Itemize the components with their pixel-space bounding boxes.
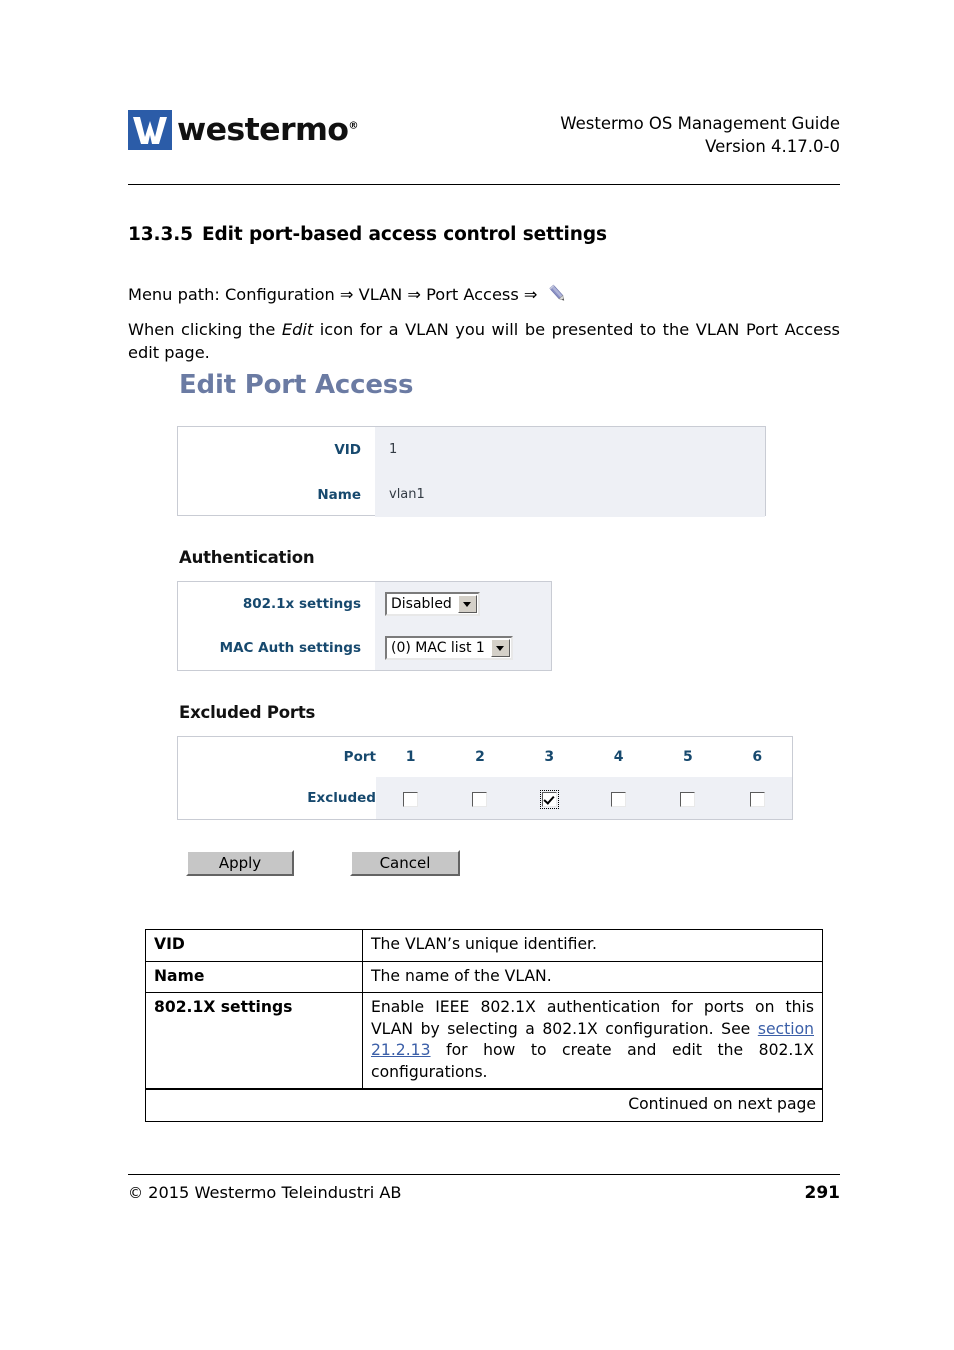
excluded-cell-2 (445, 777, 515, 819)
excluded-cell-3 (514, 777, 584, 819)
excluded-checkbox-port-2[interactable] (472, 791, 488, 807)
field-desc-dot1x-part2: for how to create and edit the 802.1X co… (371, 1041, 814, 1081)
name-label: Name (178, 486, 375, 503)
westermo-logo: westermo® (128, 110, 359, 150)
port-header-5: 5 (653, 737, 723, 777)
intro-text-part1: When clicking the (128, 320, 282, 339)
port-header-3: 3 (514, 737, 584, 777)
excluded-row: Excluded (178, 777, 792, 819)
table-row: Name The name of the VLAN. (145, 960, 823, 994)
app-page-title: Edit Port Access (179, 370, 414, 400)
excluded-cell-6 (722, 777, 792, 819)
menu-path-text: Menu path: Configuration ⇒ VLAN ⇒ Port A… (128, 285, 538, 304)
vid-row: VID 1 (178, 427, 765, 472)
westermo-wordmark: westermo® (177, 111, 359, 148)
mac-auth-settings-row: MAC Auth settings (0) MAC list 1 (178, 626, 551, 670)
page-header: westermo® Westermo OS Management Guide V… (128, 104, 840, 164)
footer-divider (128, 1174, 840, 1175)
page-footer: © 2015 Westermo Teleindustri AB 291 (128, 1183, 840, 1203)
copyright-notice: © 2015 Westermo Teleindustri AB (128, 1183, 402, 1202)
excluded-checkbox-port-5[interactable] (680, 791, 696, 807)
excluded-cell-4 (583, 777, 654, 819)
dot1x-settings-select[interactable]: Disabled (385, 592, 480, 616)
port-header-label: Port (178, 737, 376, 777)
mac-auth-settings-selected-value: (0) MAC list 1 (391, 640, 485, 656)
document-page: westermo® Westermo OS Management Guide V… (0, 0, 954, 1350)
section-number: 13.3.5 (128, 224, 193, 245)
apply-button[interactable]: Apply (186, 850, 294, 876)
registered-mark: ® (348, 120, 359, 132)
intro-paragraph: When clicking the Edit icon for a VLAN y… (128, 318, 840, 364)
dot1x-settings-label: 802.1x settings (178, 596, 375, 612)
form-action-buttons: Apply Cancel (186, 850, 817, 876)
authentication-heading: Authentication (179, 548, 315, 567)
westermo-w-logo-icon (128, 110, 172, 150)
excluded-ports-table: Port 1 2 3 4 5 6 Excluded (178, 737, 792, 819)
port-header-6: 6 (722, 737, 792, 777)
embedded-app-screenshot: Edit Port Access VID 1 Name vlan1 Authen… (177, 372, 817, 876)
excluded-cell-1 (375, 777, 446, 819)
excluded-ports-heading: Excluded Ports (179, 703, 316, 722)
header-divider (128, 184, 840, 185)
excluded-row-label: Excluded (178, 777, 376, 819)
excluded-ports-panel: Port 1 2 3 4 5 6 Excluded (177, 736, 793, 820)
authentication-panel: 802.1x settings Disabled MAC Auth settin… (177, 581, 552, 671)
chevron-down-icon (463, 601, 472, 607)
excluded-checkbox-port-1[interactable] (403, 791, 419, 807)
field-term-dot1x: 802.1X settings (145, 992, 363, 1090)
intro-emphasis: Edit (281, 320, 314, 339)
dot1x-settings-dropdown-button[interactable] (457, 595, 477, 613)
name-value: vlan1 (375, 472, 765, 517)
dot1x-settings-row: 802.1x settings Disabled (178, 582, 551, 626)
vid-value: 1 (375, 427, 765, 472)
mac-auth-settings-label: MAC Auth settings (178, 640, 375, 656)
field-desc-dot1x: Enable IEEE 802.1X authentication for po… (362, 992, 823, 1090)
port-header-4: 4 (583, 737, 654, 777)
excluded-checkbox-port-4[interactable] (611, 791, 627, 807)
dot1x-settings-selected-value: Disabled (391, 596, 452, 612)
vid-label: VID (178, 441, 375, 458)
excluded-cell-5 (653, 777, 723, 819)
section-heading: 13.3.5 Edit port-based access control set… (128, 224, 607, 245)
document-title: Westermo OS Management Guide Version 4.1… (560, 112, 840, 159)
name-row: Name vlan1 (178, 472, 765, 517)
excluded-checkbox-port-6[interactable] (749, 791, 765, 807)
continued-on-next-page: Continued on next page (145, 1088, 823, 1122)
dot1x-settings-value: Disabled (375, 582, 551, 626)
vlan-identity-panel: VID 1 Name vlan1 (177, 426, 766, 517)
ports-header-row: Port 1 2 3 4 5 6 (178, 737, 792, 777)
document-title-line1: Westermo OS Management Guide (560, 114, 840, 133)
chevron-down-icon (496, 645, 505, 651)
table-row: Continued on next page (145, 1088, 823, 1122)
cancel-button[interactable]: Cancel (350, 850, 460, 876)
mac-auth-settings-dropdown-button[interactable] (490, 639, 510, 657)
mac-auth-settings-select[interactable]: (0) MAC list 1 (385, 636, 513, 660)
section-title: Edit port-based access control settings (202, 224, 607, 245)
mac-auth-settings-value: (0) MAC list 1 (375, 626, 551, 670)
field-desc-dot1x-part1: Enable IEEE 802.1X authentication for po… (371, 998, 814, 1038)
field-desc-name: The name of the VLAN. (362, 960, 823, 994)
field-description-table: VID The VLAN’s unique identifier. Name T… (145, 929, 823, 1122)
westermo-wordmark-text: westermo (177, 111, 349, 148)
port-header-1: 1 (375, 737, 446, 777)
table-row: VID The VLAN’s unique identifier. (145, 929, 823, 962)
copyright-text: 2015 Westermo Teleindustri AB (148, 1183, 402, 1202)
port-header-2: 2 (445, 737, 515, 777)
menu-path: Menu path: Configuration ⇒ VLAN ⇒ Port A… (128, 283, 569, 309)
document-version: Version 4.17.0-0 (705, 137, 840, 157)
page-number: 291 (804, 1183, 841, 1203)
field-term-vid: VID (145, 929, 363, 962)
copyright-icon: © (128, 1184, 143, 1202)
table-row: 802.1X settings Enable IEEE 802.1X authe… (145, 992, 823, 1090)
field-term-name: Name (145, 960, 363, 994)
excluded-checkbox-port-3[interactable] (539, 789, 559, 809)
pencil-edit-icon (547, 283, 569, 309)
field-desc-vid: The VLAN’s unique identifier. (362, 929, 823, 962)
